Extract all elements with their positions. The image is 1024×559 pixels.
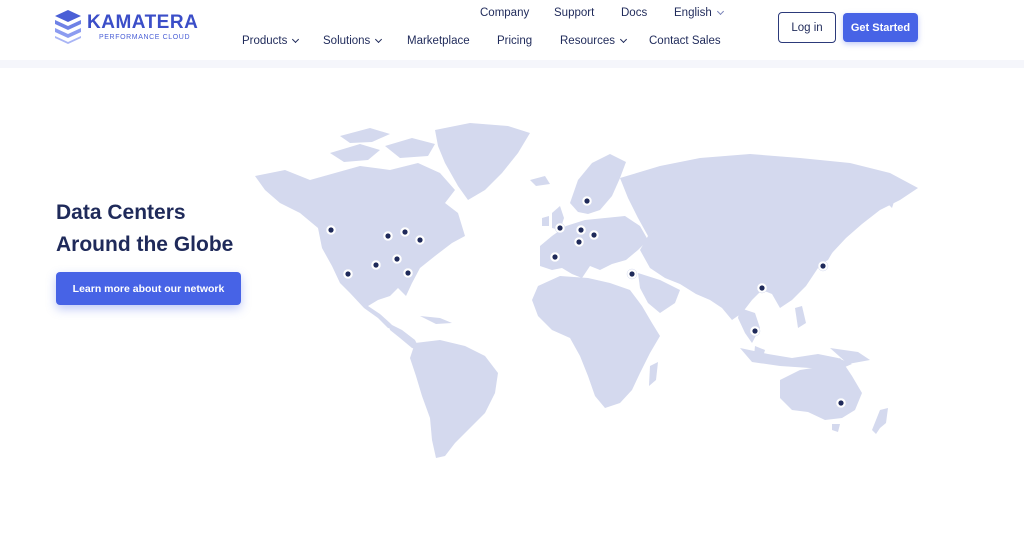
login-button[interactable]: Log in	[778, 12, 836, 43]
header-divider	[0, 60, 1024, 68]
map-land	[255, 123, 918, 458]
data-center-marker-icon[interactable]	[749, 325, 761, 337]
language-selector[interactable]: English	[674, 7, 724, 19]
chevron-down-icon	[716, 7, 724, 16]
chevron-down-icon	[292, 35, 300, 44]
data-center-marker-icon[interactable]	[402, 267, 414, 279]
nav-support[interactable]: Support	[554, 7, 594, 19]
data-center-marker-icon[interactable]	[391, 253, 403, 265]
data-center-marker-icon[interactable]	[575, 224, 587, 236]
get-started-button[interactable]: Get Started	[843, 13, 918, 42]
kamatera-logo-icon	[55, 10, 81, 44]
data-center-marker-icon[interactable]	[370, 259, 382, 271]
logo-tagline: PERFORMANCE CLOUD	[99, 33, 191, 41]
nav-products[interactable]: Products	[242, 35, 300, 47]
data-center-marker-icon[interactable]	[399, 226, 411, 238]
nav-company[interactable]: Company	[480, 7, 529, 19]
data-center-marker-icon[interactable]	[554, 222, 566, 234]
data-center-marker-icon[interactable]	[342, 268, 354, 280]
learn-more-network-button[interactable]: Learn more about our network	[56, 272, 241, 305]
nav-solutions[interactable]: Solutions	[323, 35, 383, 47]
chevron-down-icon	[375, 35, 383, 44]
nav-contact-sales[interactable]: Contact Sales	[649, 35, 721, 47]
hero-title-line-2: Around the Globe	[56, 233, 234, 256]
world-map	[255, 123, 918, 458]
data-center-marker-icon[interactable]	[549, 251, 561, 263]
nav-marketplace[interactable]: Marketplace	[407, 35, 470, 47]
site-header: KAMATERA PERFORMANCE CLOUD Company Suppo…	[0, 0, 1024, 60]
hero-title-line-1: Data Centers	[56, 201, 186, 224]
nav-resources[interactable]: Resources	[560, 35, 628, 47]
chevron-down-icon	[619, 35, 628, 44]
data-center-marker-icon[interactable]	[588, 229, 600, 241]
kamatera-logo[interactable]: KAMATERA PERFORMANCE CLOUD	[55, 10, 198, 44]
data-center-marker-icon[interactable]	[835, 397, 847, 409]
data-center-marker-icon[interactable]	[414, 234, 426, 246]
data-center-marker-icon[interactable]	[581, 195, 593, 207]
logo-name: KAMATERA	[87, 11, 199, 33]
data-center-marker-icon[interactable]	[325, 224, 337, 236]
nav-docs[interactable]: Docs	[621, 7, 647, 19]
nav-pricing[interactable]: Pricing	[497, 35, 532, 47]
data-center-marker-icon[interactable]	[756, 282, 768, 294]
data-center-marker-icon[interactable]	[573, 236, 585, 248]
data-center-marker-icon[interactable]	[382, 230, 394, 242]
data-center-marker-icon[interactable]	[817, 260, 829, 272]
data-center-marker-icon[interactable]	[626, 268, 638, 280]
hero-title: Data Centers Around the Globe	[56, 197, 233, 261]
